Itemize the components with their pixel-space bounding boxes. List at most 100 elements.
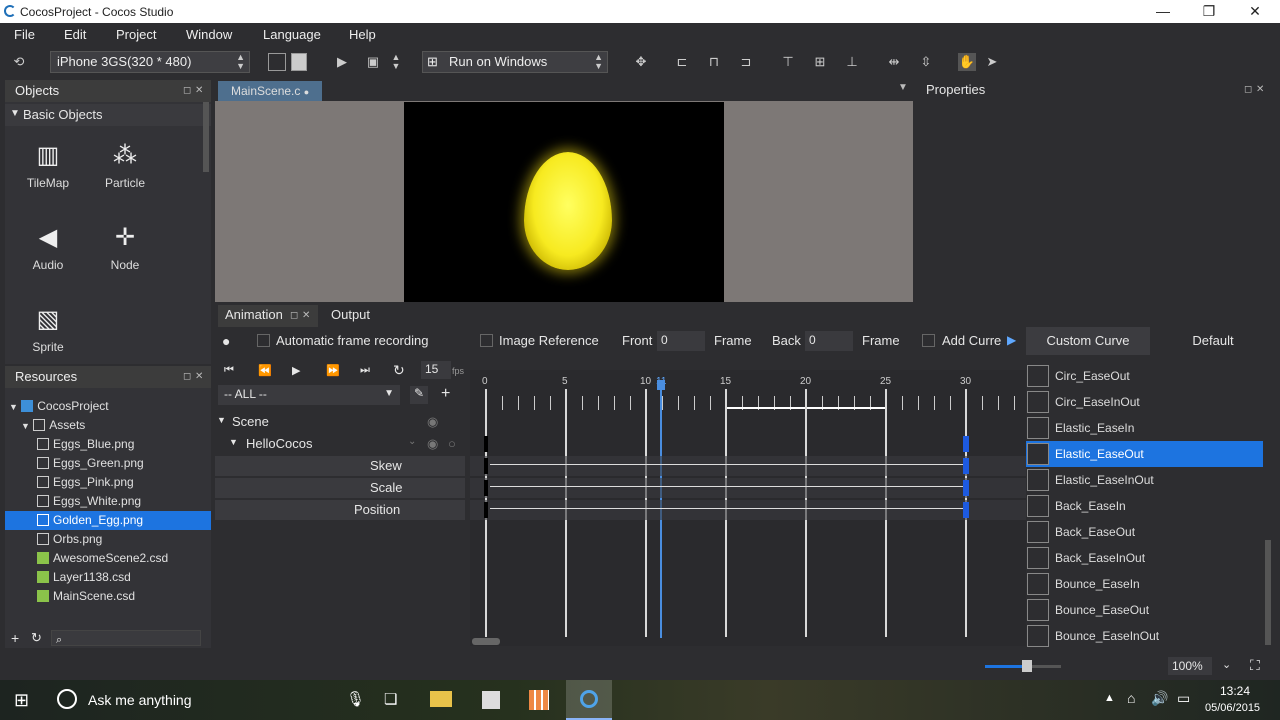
- search-box[interactable]: Ask me anything: [88, 692, 192, 708]
- curve-item[interactable]: Back_EaseInOut: [1026, 545, 1263, 571]
- object-tilemap[interactable]: ▥ TileMap: [13, 136, 83, 190]
- hand-tool-icon[interactable]: ✋: [958, 53, 976, 71]
- rotate-device-icon[interactable]: ⟲: [10, 53, 28, 71]
- tab-custom-curve[interactable]: Custom Curve: [1026, 327, 1150, 355]
- tree-item-assets[interactable]: ▼ Assets: [5, 416, 211, 435]
- chevron-down-icon[interactable]: ⌄: [1222, 658, 1231, 671]
- app-grid-icon[interactable]: [529, 690, 549, 710]
- align-right-icon[interactable]: ⊐: [737, 53, 755, 71]
- run-target-select[interactable]: ⊞ Run on Windows ▲ ▼: [422, 51, 608, 73]
- zoom-slider-handle[interactable]: [1022, 660, 1032, 672]
- play-icon[interactable]: ▶: [292, 364, 300, 377]
- clock-time[interactable]: 13:24: [1220, 684, 1250, 698]
- auto-record-checkbox[interactable]: [257, 333, 270, 348]
- curve-item[interactable]: Back_EaseIn: [1026, 493, 1263, 519]
- zoom-input[interactable]: 100%: [1168, 657, 1212, 675]
- align-middle-icon[interactable]: ⊞: [811, 53, 829, 71]
- object-sprite[interactable]: ▧ Sprite: [13, 300, 83, 354]
- cocos-taskbar-button[interactable]: [566, 680, 612, 720]
- track-row[interactable]: Position: [215, 500, 465, 520]
- align-top-icon[interactable]: ⊤: [779, 53, 797, 71]
- edit-icon[interactable]: ✎: [410, 386, 428, 404]
- curve-item[interactable]: Elastic_EaseInOut: [1026, 467, 1263, 493]
- landscape-icon[interactable]: [268, 53, 286, 71]
- float-icon[interactable]: ◻: [1244, 84, 1252, 95]
- chevron-down-icon[interactable]: ▼: [898, 82, 908, 93]
- lock-icon[interactable]: ○: [448, 436, 456, 451]
- tree-item-file[interactable]: Layer1138.csd: [5, 568, 211, 587]
- volume-icon[interactable]: 🔊: [1151, 690, 1168, 707]
- tree-item-file[interactable]: Eggs_Blue.png: [5, 435, 211, 454]
- windows-start-icon[interactable]: ⊞: [14, 690, 29, 711]
- resource-search-input[interactable]: ⌕: [51, 630, 201, 646]
- close-panel-icon[interactable]: ✕: [302, 310, 310, 321]
- keyframe[interactable]: [484, 480, 488, 496]
- play-arrow-icon[interactable]: ▶: [1007, 333, 1016, 347]
- step-back-icon[interactable]: ⏪: [258, 364, 272, 377]
- network-icon[interactable]: ⌂: [1127, 690, 1135, 706]
- menu-edit[interactable]: Edit: [64, 27, 86, 42]
- skip-last-icon[interactable]: ⏭: [360, 364, 370, 377]
- close-panel-icon[interactable]: ✕: [195, 371, 203, 382]
- clock-date[interactable]: 05/06/2015: [1205, 702, 1260, 714]
- device-select[interactable]: iPhone 3GS(320 * 480) ▲ ▼: [50, 51, 250, 73]
- pointer-tool-icon[interactable]: ➤: [983, 53, 1001, 71]
- maximize-button[interactable]: ❐: [1186, 0, 1232, 23]
- tree-item-file[interactable]: Eggs_White.png: [5, 492, 211, 511]
- scrollbar[interactable]: [203, 102, 209, 172]
- keyframe[interactable]: [484, 436, 488, 452]
- play-icon[interactable]: ▶: [333, 53, 351, 71]
- curve-scrollbar[interactable]: [1265, 540, 1271, 645]
- task-view-icon[interactable]: ❏: [384, 690, 397, 708]
- close-panel-icon[interactable]: ✕: [195, 85, 203, 96]
- align-bottom-icon[interactable]: ⊥: [843, 53, 861, 71]
- menu-project[interactable]: Project: [116, 27, 156, 42]
- add-icon[interactable]: +: [11, 630, 19, 646]
- fit-screen-icon[interactable]: ⛶: [1250, 657, 1260, 674]
- tab-animation[interactable]: Animation: [225, 307, 283, 322]
- spinner-icon[interactable]: ▲ ▼: [387, 53, 405, 71]
- skip-first-icon[interactable]: ⏮: [224, 364, 234, 377]
- tree-item-file[interactable]: MainScene.csd: [5, 587, 211, 606]
- tree-item-file[interactable]: Eggs_Green.png: [5, 454, 211, 473]
- tab-default[interactable]: Default: [1150, 327, 1276, 355]
- keyframe[interactable]: [963, 502, 969, 518]
- float-icon[interactable]: ◻: [183, 371, 191, 382]
- object-node[interactable]: ✛ Node: [90, 218, 160, 272]
- timeline-scrollbar[interactable]: [472, 638, 500, 645]
- tree-item-file[interactable]: AwesomeScene2.csd: [5, 549, 211, 568]
- object-audio[interactable]: ◀ Audio: [13, 218, 83, 272]
- tree-item-file[interactable]: Orbs.png: [5, 530, 211, 549]
- add-curve-checkbox[interactable]: [922, 333, 935, 348]
- keyframe[interactable]: [963, 436, 969, 452]
- menu-help[interactable]: Help: [349, 27, 376, 42]
- record-icon[interactable]: ●: [222, 333, 230, 349]
- save-icon[interactable]: ▣: [364, 53, 382, 71]
- fps-input[interactable]: 15: [421, 361, 451, 379]
- chevron-up-icon[interactable]: ▲: [1104, 692, 1115, 704]
- curve-item[interactable]: Back_EaseOut: [1026, 519, 1263, 545]
- image-reference-checkbox[interactable]: [480, 333, 493, 348]
- back-input[interactable]: 0: [805, 331, 853, 351]
- align-left-icon[interactable]: ⊏: [673, 53, 691, 71]
- curve-item[interactable]: Elastic_EaseIn: [1026, 415, 1263, 441]
- step-forward-icon[interactable]: ⏩: [326, 364, 340, 377]
- tab-mainscene[interactable]: MainScene.c ●: [218, 81, 322, 101]
- menu-language[interactable]: Language: [263, 27, 321, 42]
- keyframe[interactable]: [484, 458, 488, 474]
- align-center-h-icon[interactable]: ⊓: [705, 53, 723, 71]
- distribute-v-icon[interactable]: ⇳: [917, 53, 935, 71]
- tab-output[interactable]: Output: [331, 307, 370, 322]
- file-explorer-icon[interactable]: [430, 691, 452, 707]
- notification-icon[interactable]: ▭: [1177, 690, 1190, 707]
- object-particle[interactable]: ⁂ Particle: [90, 136, 160, 190]
- front-input[interactable]: 0: [657, 331, 705, 351]
- tree-item-project[interactable]: ▼ CocosProject: [5, 397, 211, 416]
- curve-item[interactable]: Bounce_EaseInOut: [1026, 623, 1263, 649]
- portrait-icon[interactable]: [291, 53, 307, 71]
- curve-item[interactable]: Circ_EaseOut: [1026, 363, 1263, 389]
- menu-file[interactable]: File: [14, 27, 35, 42]
- distribute-h-icon[interactable]: ⇹: [885, 53, 903, 71]
- move-icon[interactable]: ✥: [632, 53, 650, 71]
- curve-item[interactable]: Circ_EaseInOut: [1026, 389, 1263, 415]
